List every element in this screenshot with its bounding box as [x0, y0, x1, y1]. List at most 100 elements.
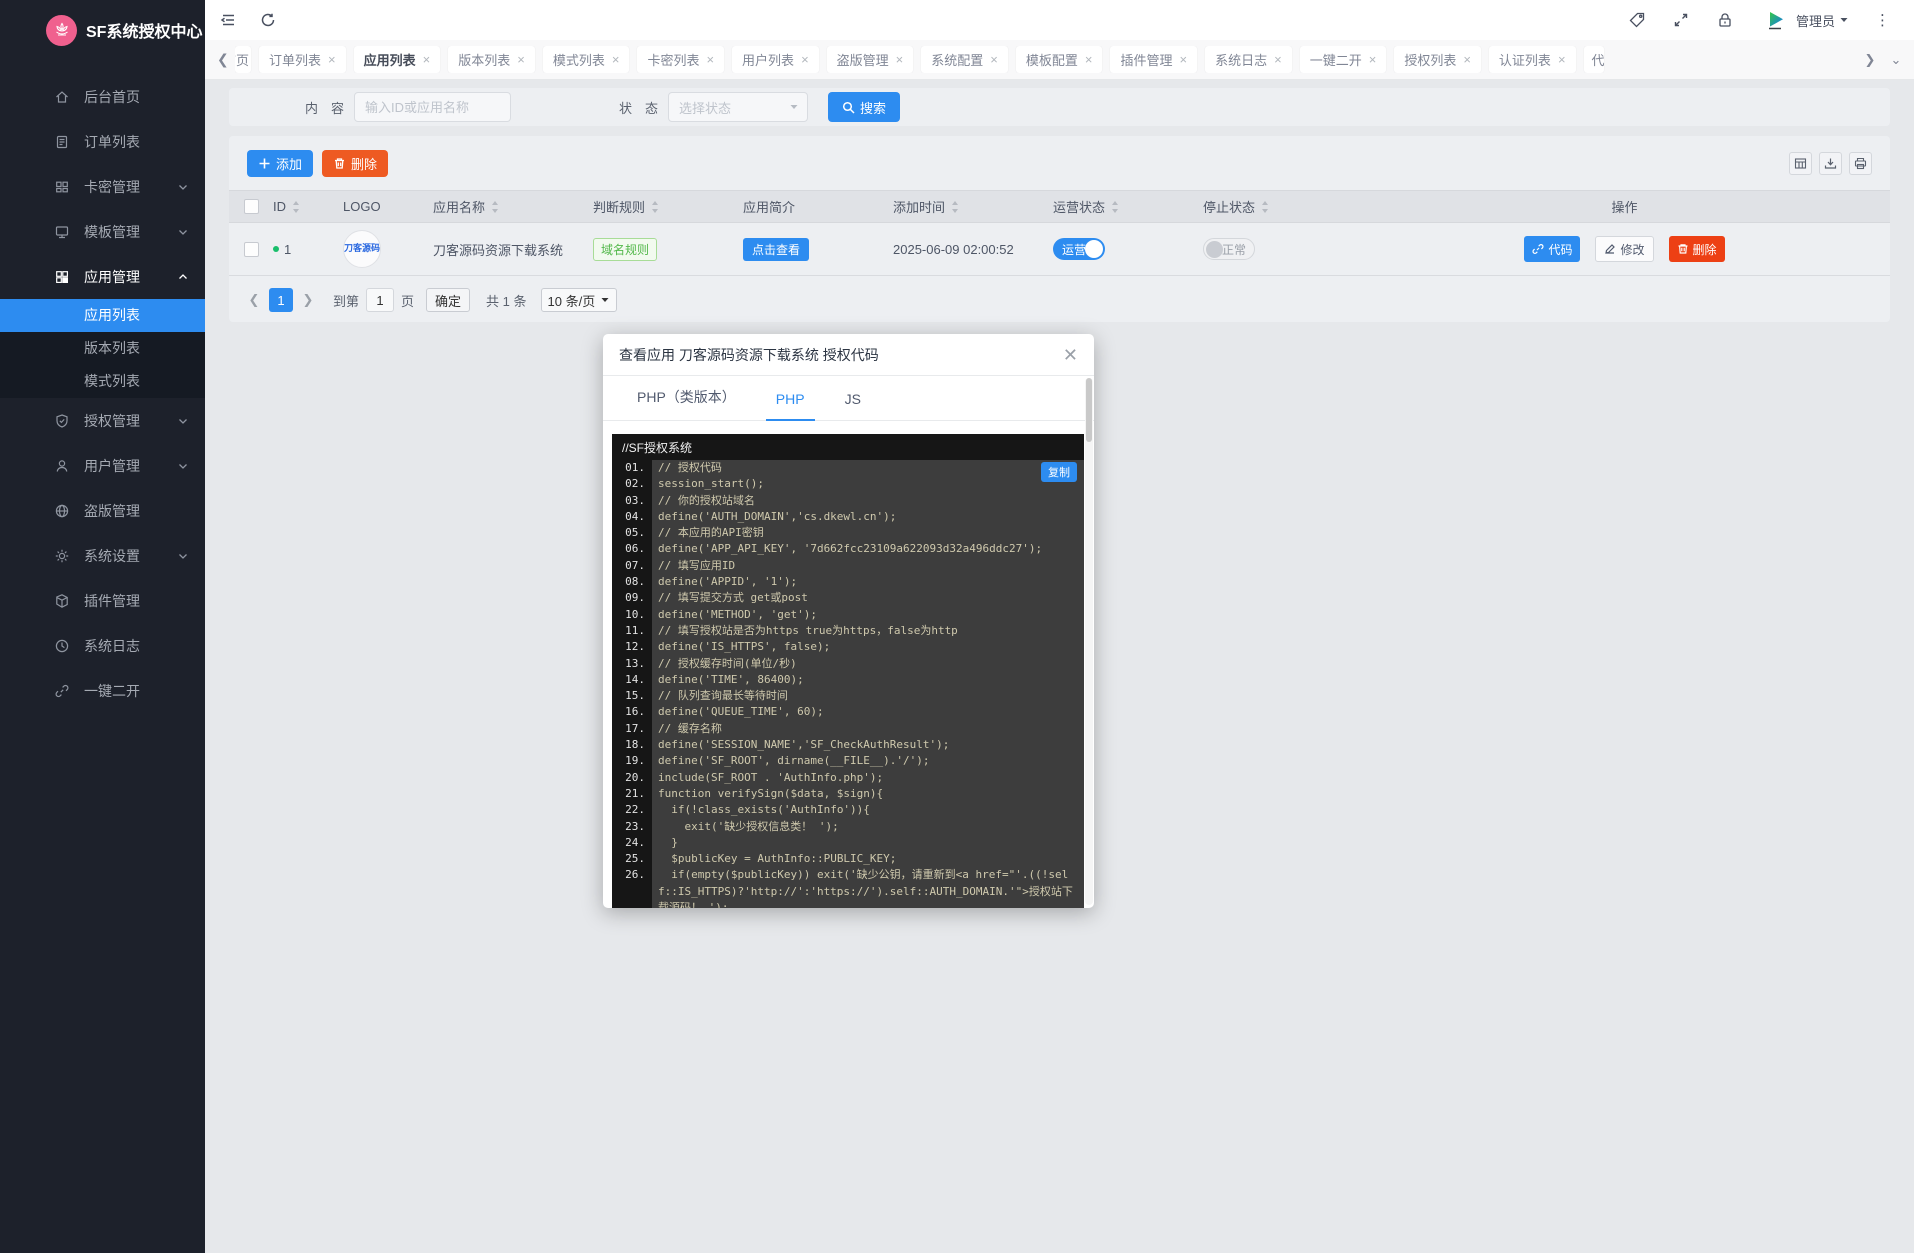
- nav-tab[interactable]: 插件管理 ×: [1110, 46, 1198, 73]
- sidebar-subitem-version-list[interactable]: 版本列表: [0, 332, 205, 365]
- modal-scrollbar[interactable]: [1085, 378, 1093, 905]
- close-icon[interactable]: ×: [990, 52, 998, 67]
- nav-tab[interactable]: 卡密列表 ×: [637, 46, 725, 73]
- close-icon[interactable]: ×: [612, 52, 620, 67]
- sidebar-item-logs[interactable]: 系统日志: [0, 623, 205, 668]
- sort-icon[interactable]: [650, 200, 660, 214]
- prev-page-icon[interactable]: ❮: [243, 288, 265, 312]
- total-count-label: 共 1 条: [486, 293, 527, 309]
- close-icon[interactable]: ×: [423, 52, 431, 67]
- sidebar-item-users[interactable]: 用户管理: [0, 443, 205, 488]
- fullscreen-icon[interactable]: [1672, 11, 1690, 29]
- tabs-scroll-left-icon[interactable]: ❮: [217, 51, 235, 68]
- code-button[interactable]: 代码: [1524, 236, 1581, 262]
- close-icon[interactable]: ×: [328, 52, 336, 67]
- column-header[interactable]: 判断规则: [589, 197, 739, 216]
- column-header[interactable]: 运营状态: [1049, 197, 1199, 216]
- nav-tab[interactable]: 授权列表 ×: [1394, 46, 1481, 73]
- column-header[interactable]: 应用名称: [429, 197, 589, 216]
- sidebar-item-home[interactable]: 后台首页: [0, 74, 205, 119]
- close-icon[interactable]: ×: [801, 52, 809, 67]
- more-menu-icon[interactable]: ⋮: [1875, 13, 1890, 28]
- sidebar-item-auth[interactable]: 授权管理: [0, 398, 205, 443]
- modal-tab[interactable]: PHP: [756, 391, 825, 421]
- tabs-scroll-right-icon[interactable]: ❯: [1862, 52, 1878, 68]
- nav-tab[interactable]: 订单列表 ×: [259, 46, 346, 73]
- sidebar-item-piracy[interactable]: 盗版管理: [0, 488, 205, 533]
- column-header[interactable]: 停止状态: [1199, 197, 1359, 216]
- nav-tab[interactable]: 系统配置 ×: [921, 46, 1008, 73]
- stop-status-toggle[interactable]: 正常: [1203, 238, 1255, 260]
- close-icon[interactable]: ×: [1085, 52, 1093, 67]
- sidebar-item-settings[interactable]: 系统设置: [0, 533, 205, 578]
- sidebar-item-templates[interactable]: 模板管理: [0, 209, 205, 254]
- content-search-input[interactable]: [354, 92, 512, 122]
- nav-tab[interactable]: 系统日志 ×: [1205, 46, 1292, 73]
- copy-button[interactable]: 复制: [1041, 462, 1077, 482]
- bulk-delete-button[interactable]: 删除: [322, 150, 389, 177]
- next-page-icon[interactable]: ❯: [297, 288, 319, 312]
- page-size-select[interactable]: 10 条/页: [540, 288, 618, 312]
- sidebar-subitem-mode-list[interactable]: 模式列表: [0, 365, 205, 398]
- nav-tab[interactable]: 版本列表 ×: [448, 46, 535, 73]
- modal-tab[interactable]: PHP（类版本）: [617, 387, 756, 420]
- user-avatar[interactable]: [1761, 7, 1788, 33]
- page-number[interactable]: 1: [269, 288, 293, 312]
- sort-icon[interactable]: [950, 200, 960, 214]
- lock-icon[interactable]: [1716, 11, 1734, 29]
- current-user-label[interactable]: 管理员: [1796, 11, 1835, 30]
- code-lines: 01. // 授权代码 02. session_start(); 03. // 你的授权站…: [612, 460, 1084, 908]
- close-icon[interactable]: ×: [706, 52, 714, 67]
- sidebar-subitem-app-list[interactable]: 应用列表: [0, 299, 205, 332]
- tag-icon[interactable]: [1628, 11, 1646, 29]
- sort-icon[interactable]: [291, 200, 301, 214]
- refresh-icon[interactable]: [259, 11, 277, 29]
- export-icon[interactable]: [1819, 152, 1842, 175]
- goto-page-input[interactable]: [366, 288, 395, 312]
- row-checkbox[interactable]: [243, 241, 259, 257]
- caret-down-icon[interactable]: [1839, 15, 1849, 25]
- nav-tab[interactable]: 模板配置 ×: [1015, 46, 1103, 73]
- column-header[interactable]: 添加时间: [889, 197, 1049, 216]
- close-icon[interactable]: ×: [1180, 52, 1188, 67]
- sort-icon[interactable]: [1110, 200, 1120, 214]
- goto-confirm-button[interactable]: 确定: [426, 288, 471, 312]
- nav-tab[interactable]: 盗版管理 ×: [826, 46, 914, 73]
- close-icon[interactable]: ×: [1463, 52, 1471, 67]
- nav-tab[interactable]: 首页×: [235, 46, 251, 73]
- delete-button[interactable]: 删除: [1668, 236, 1725, 262]
- nav-tab[interactable]: 代理列表×: [1583, 46, 1604, 73]
- run-status-toggle[interactable]: 运营: [1053, 238, 1105, 260]
- nav-tab[interactable]: 模式列表 ×: [542, 46, 630, 73]
- sort-icon[interactable]: [1260, 200, 1270, 214]
- sidebar-item-apps[interactable]: 应用管理: [0, 254, 205, 299]
- add-button[interactable]: 添加: [247, 150, 314, 177]
- columns-icon[interactable]: [1789, 152, 1812, 175]
- nav-tab[interactable]: 一键二开 ×: [1299, 46, 1387, 73]
- close-icon[interactable]: ×: [1274, 52, 1282, 67]
- sidebar-item-cards[interactable]: 卡密管理: [0, 164, 205, 209]
- close-icon[interactable]: ×: [1558, 52, 1566, 67]
- close-icon[interactable]: ×: [1369, 52, 1377, 67]
- column-header[interactable]: ID: [269, 199, 339, 214]
- print-icon[interactable]: [1849, 152, 1872, 175]
- sort-icon[interactable]: [490, 200, 500, 214]
- close-icon[interactable]: ×: [517, 52, 525, 67]
- modal-tab[interactable]: JS: [825, 391, 881, 420]
- nav-tab[interactable]: 认证列表 ×: [1488, 46, 1576, 73]
- sidebar-item-orders[interactable]: 订单列表: [0, 119, 205, 164]
- sidebar-item-onekey[interactable]: 一键二开: [0, 668, 205, 713]
- nav-tab[interactable]: 用户列表 ×: [732, 46, 819, 73]
- status-select[interactable]: 选择状态: [668, 92, 809, 122]
- scrollbar-thumb[interactable]: [1086, 378, 1092, 442]
- edit-button[interactable]: 修改: [1595, 236, 1654, 262]
- select-all-checkbox[interactable]: [243, 199, 259, 214]
- close-icon[interactable]: ✕: [1063, 346, 1078, 364]
- nav-tab[interactable]: 应用列表 ×: [353, 46, 441, 73]
- collapse-sidebar-icon[interactable]: [219, 11, 237, 29]
- view-intro-badge[interactable]: 点击查看: [743, 237, 810, 261]
- search-button[interactable]: 搜索: [828, 92, 901, 122]
- close-icon[interactable]: ×: [896, 52, 904, 67]
- tabs-menu-icon[interactable]: ⌄: [1888, 52, 1904, 68]
- sidebar-item-plugins[interactable]: 插件管理: [0, 578, 205, 623]
